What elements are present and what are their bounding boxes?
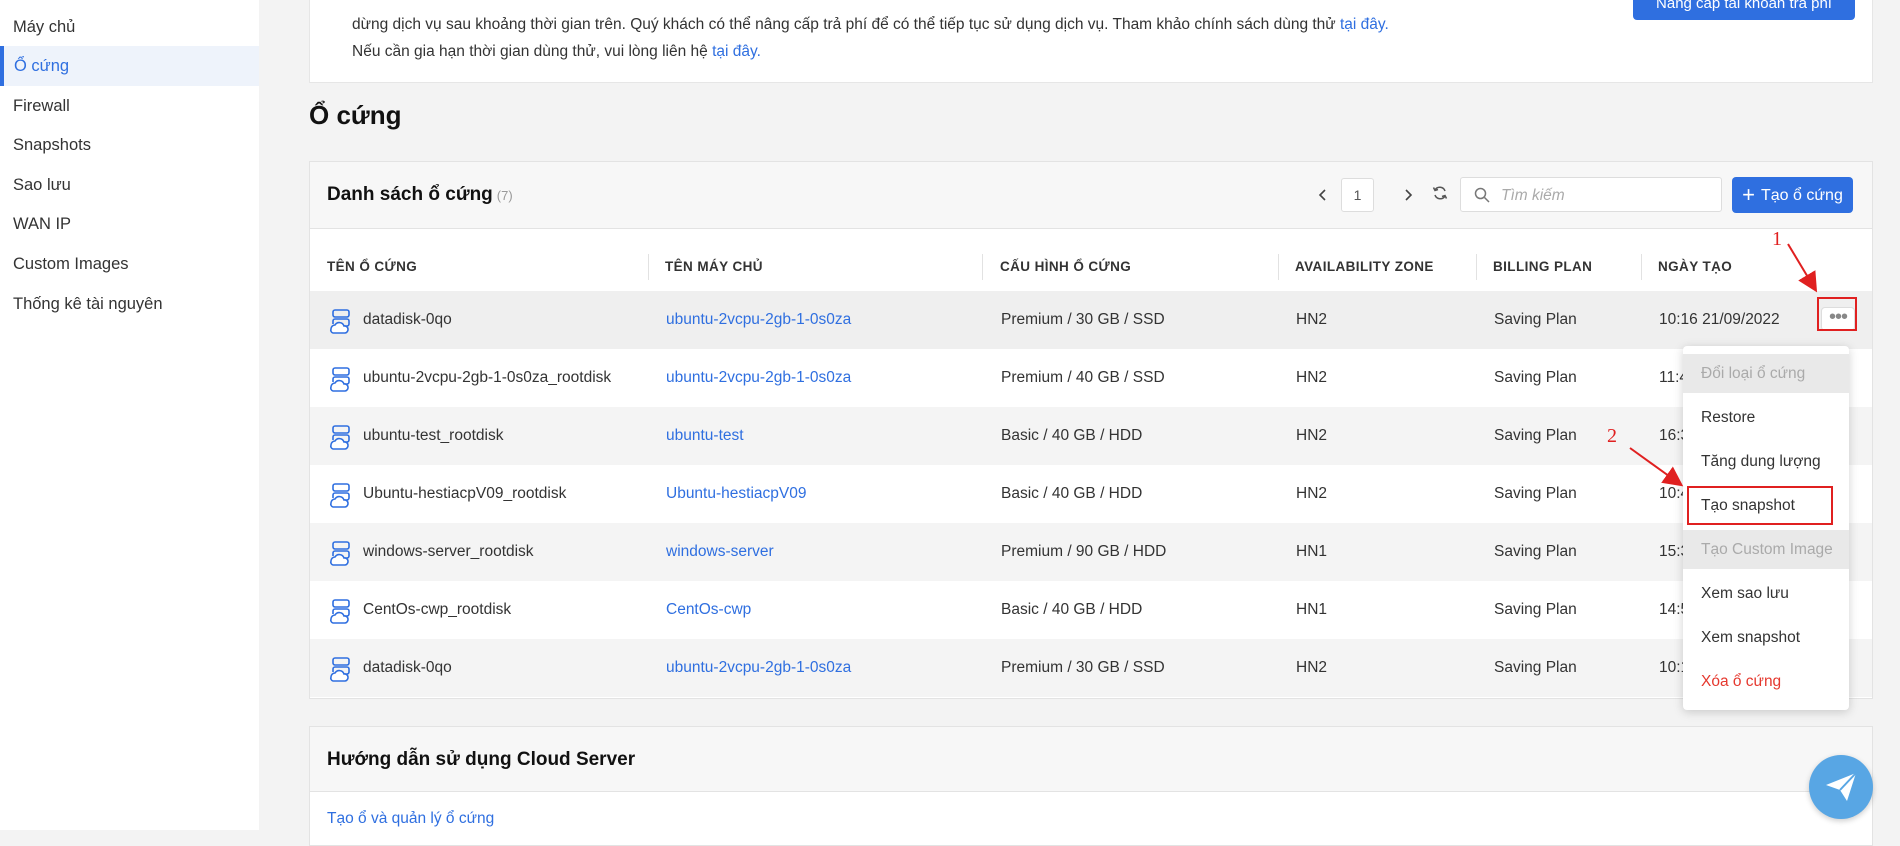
guide-card: Hướng dẫn sử dụng Cloud Server Tạo ổ và … bbox=[309, 726, 1873, 846]
send-icon bbox=[1826, 772, 1857, 801]
guide-title: Hướng dẫn sử dụng Cloud Server bbox=[327, 749, 636, 770]
guide-header: Hướng dẫn sử dụng Cloud Server bbox=[310, 727, 1872, 792]
annotation-arrows bbox=[1629, 243, 1818, 487]
support-chat-button[interactable] bbox=[1809, 755, 1873, 819]
guide-link[interactable]: Tạo ổ và quản lý ổ cứng bbox=[327, 810, 494, 828]
